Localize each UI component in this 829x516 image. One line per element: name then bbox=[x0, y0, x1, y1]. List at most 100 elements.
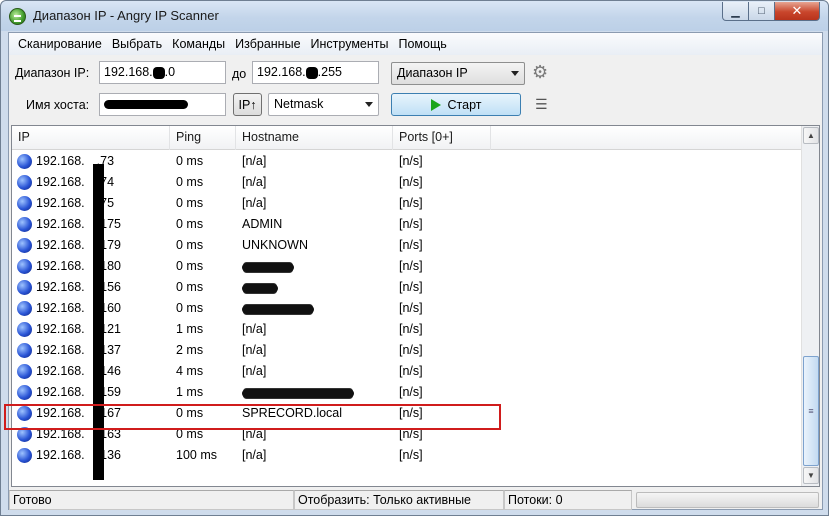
vertical-scrollbar[interactable]: ▲ ≡ ▼ bbox=[801, 126, 819, 486]
chevron-down-icon bbox=[511, 71, 519, 76]
cell-ip: 192.168. .180 bbox=[12, 256, 170, 277]
host-alive-icon bbox=[17, 217, 32, 232]
scroll-thumb[interactable]: ≡ bbox=[803, 356, 819, 466]
table-row[interactable]: 192.168. .121 1 ms [n/a] [n/s] bbox=[12, 319, 802, 340]
host-alive-icon bbox=[17, 385, 32, 400]
range-end-suffix: .255 bbox=[317, 65, 343, 79]
table-row[interactable]: 192.168. .74 0 ms [n/a] [n/s] bbox=[12, 172, 802, 193]
status-display-filter: Отобразить: Только активные bbox=[294, 490, 504, 510]
ip-prefix: 192.168. bbox=[36, 175, 85, 189]
title-bar[interactable]: Диапазон IP - Angry IP Scanner ▁ □ ✕ bbox=[1, 1, 828, 31]
host-alive-icon bbox=[17, 343, 32, 358]
table-row[interactable]: 192.168. .73 0 ms [n/a] [n/s] bbox=[12, 151, 802, 172]
feeder-select-value: Диапазон IP bbox=[397, 66, 468, 80]
host-alive-icon bbox=[17, 280, 32, 295]
cell-ports: [n/s] bbox=[399, 364, 423, 378]
menu-tools[interactable]: Инструменты bbox=[306, 37, 394, 51]
ip-prefix: 192.168. bbox=[36, 154, 85, 168]
column-ping[interactable]: Ping bbox=[170, 126, 236, 150]
redaction-bar bbox=[93, 164, 104, 480]
scroll-down-button[interactable]: ▼ bbox=[803, 467, 819, 484]
netmask-select[interactable]: Netmask bbox=[268, 93, 379, 116]
cell-ping: 0 ms bbox=[176, 280, 204, 294]
cell-hostname bbox=[238, 277, 395, 298]
redacted-hostname bbox=[242, 389, 354, 399]
ip-prefix: 192.168. bbox=[36, 280, 85, 294]
app-window: Диапазон IP - Angry IP Scanner ▁ □ ✕ Ска… bbox=[0, 0, 829, 516]
table-row[interactable]: 192.168. .180 0 ms [n/s] bbox=[12, 256, 802, 277]
redacted-hostname bbox=[242, 263, 294, 273]
menu-select[interactable]: Выбрать bbox=[107, 37, 167, 51]
cell-hostname: [n/a] bbox=[242, 196, 267, 210]
cell-ip: 192.168. .156 bbox=[12, 277, 170, 298]
cell-ip: 192.168. .160 bbox=[12, 298, 170, 319]
table-header: IP Ping Hostname Ports [0+] bbox=[12, 126, 802, 150]
cell-hostname bbox=[238, 382, 395, 403]
cell-ping: 0 ms bbox=[176, 301, 204, 315]
table-row[interactable]: 192.168. .146 4 ms [n/a] [n/s] bbox=[12, 361, 802, 382]
cell-ip: 192.168. .179 bbox=[12, 235, 170, 256]
cell-ping: 0 ms bbox=[176, 154, 204, 168]
ip-prefix: 192.168. bbox=[36, 217, 85, 231]
host-alive-icon bbox=[17, 322, 32, 337]
host-alive-icon bbox=[17, 301, 32, 316]
gear-icon[interactable]: ⚙ bbox=[532, 62, 548, 83]
cell-ports: [n/s] bbox=[399, 217, 423, 231]
menu-favorites[interactable]: Избранные bbox=[230, 37, 305, 51]
cell-ip: 192.168. .137 bbox=[12, 340, 170, 361]
range-end-input[interactable]: 192.168. .255 bbox=[252, 61, 379, 84]
status-state: Готово bbox=[9, 490, 294, 510]
start-button[interactable]: Старт bbox=[391, 93, 521, 116]
cell-ping: 4 ms bbox=[176, 364, 204, 378]
close-button[interactable]: ✕ bbox=[775, 2, 820, 21]
status-threads: Потоки: 0 bbox=[504, 490, 632, 510]
table-row[interactable]: 192.168. .75 0 ms [n/a] [n/s] bbox=[12, 193, 802, 214]
cell-ping: 1 ms bbox=[176, 385, 204, 399]
table-row[interactable]: 192.168. .160 0 ms [n/s] bbox=[12, 298, 802, 319]
cell-ping: 1 ms bbox=[176, 322, 204, 336]
results-table: IP Ping Hostname Ports [0+] 192.168. .73 0… bbox=[11, 125, 820, 487]
cell-ports: [n/s] bbox=[399, 238, 423, 252]
hostname-input[interactable] bbox=[99, 93, 226, 116]
table-row[interactable]: 192.168. .159 1 ms [n/s] bbox=[12, 382, 802, 403]
cell-ip: 192.168. .175 bbox=[12, 214, 170, 235]
menu-bar: Сканирование Выбрать Команды Избранные И… bbox=[9, 33, 822, 55]
range-to-label: до bbox=[232, 67, 247, 81]
column-hostname[interactable]: Hostname bbox=[236, 126, 393, 150]
client-area: Сканирование Выбрать Команды Избранные И… bbox=[8, 32, 823, 510]
list-icon[interactable]: ☰ bbox=[535, 96, 548, 113]
window-controls: ▁ □ ✕ bbox=[722, 2, 820, 21]
cell-ports: [n/s] bbox=[399, 343, 423, 357]
cell-ip: 192.168. .74 bbox=[12, 172, 170, 193]
redacted-hostname bbox=[242, 284, 278, 294]
cell-hostname bbox=[238, 298, 395, 319]
host-alive-icon bbox=[17, 259, 32, 274]
cell-ports: [n/s] bbox=[399, 301, 423, 315]
table-row[interactable]: 192.168. .179 0 ms UNKNOWN [n/s] bbox=[12, 235, 802, 256]
scroll-up-button[interactable]: ▲ bbox=[803, 127, 819, 144]
highlight-box bbox=[4, 404, 501, 430]
redacted-hostname bbox=[242, 305, 314, 315]
table-row[interactable]: 192.168. .137 2 ms [n/a] [n/s] bbox=[12, 340, 802, 361]
column-ip[interactable]: IP bbox=[12, 126, 170, 150]
range-end-prefix: 192.168. bbox=[257, 65, 306, 79]
minimize-button[interactable]: ▁ bbox=[722, 2, 749, 21]
redacted-hostname bbox=[104, 100, 188, 110]
range-start-input[interactable]: 192.168. .0 bbox=[99, 61, 226, 84]
cell-ports: [n/s] bbox=[399, 196, 423, 210]
table-row[interactable]: 192.168. .136 100 ms [n/a] [n/s] bbox=[12, 445, 802, 466]
menu-commands[interactable]: Команды bbox=[167, 37, 230, 51]
cell-ports: [n/s] bbox=[399, 385, 423, 399]
netmask-select-value: Netmask bbox=[274, 97, 324, 111]
ip-up-button[interactable]: IP↑ bbox=[233, 93, 262, 116]
menu-scan[interactable]: Сканирование bbox=[13, 37, 107, 51]
column-ports[interactable]: Ports [0+] bbox=[393, 126, 491, 150]
maximize-button[interactable]: □ bbox=[749, 2, 775, 21]
range-start-suffix: .0 bbox=[164, 65, 176, 79]
chevron-down-icon bbox=[365, 102, 373, 107]
table-row[interactable]: 192.168. .175 0 ms ADMIN [n/s] bbox=[12, 214, 802, 235]
feeder-select[interactable]: Диапазон IP bbox=[391, 62, 525, 85]
table-row[interactable]: 192.168. .156 0 ms [n/s] bbox=[12, 277, 802, 298]
cell-ports: [n/s] bbox=[399, 322, 423, 336]
menu-help[interactable]: Помощь bbox=[393, 37, 451, 51]
